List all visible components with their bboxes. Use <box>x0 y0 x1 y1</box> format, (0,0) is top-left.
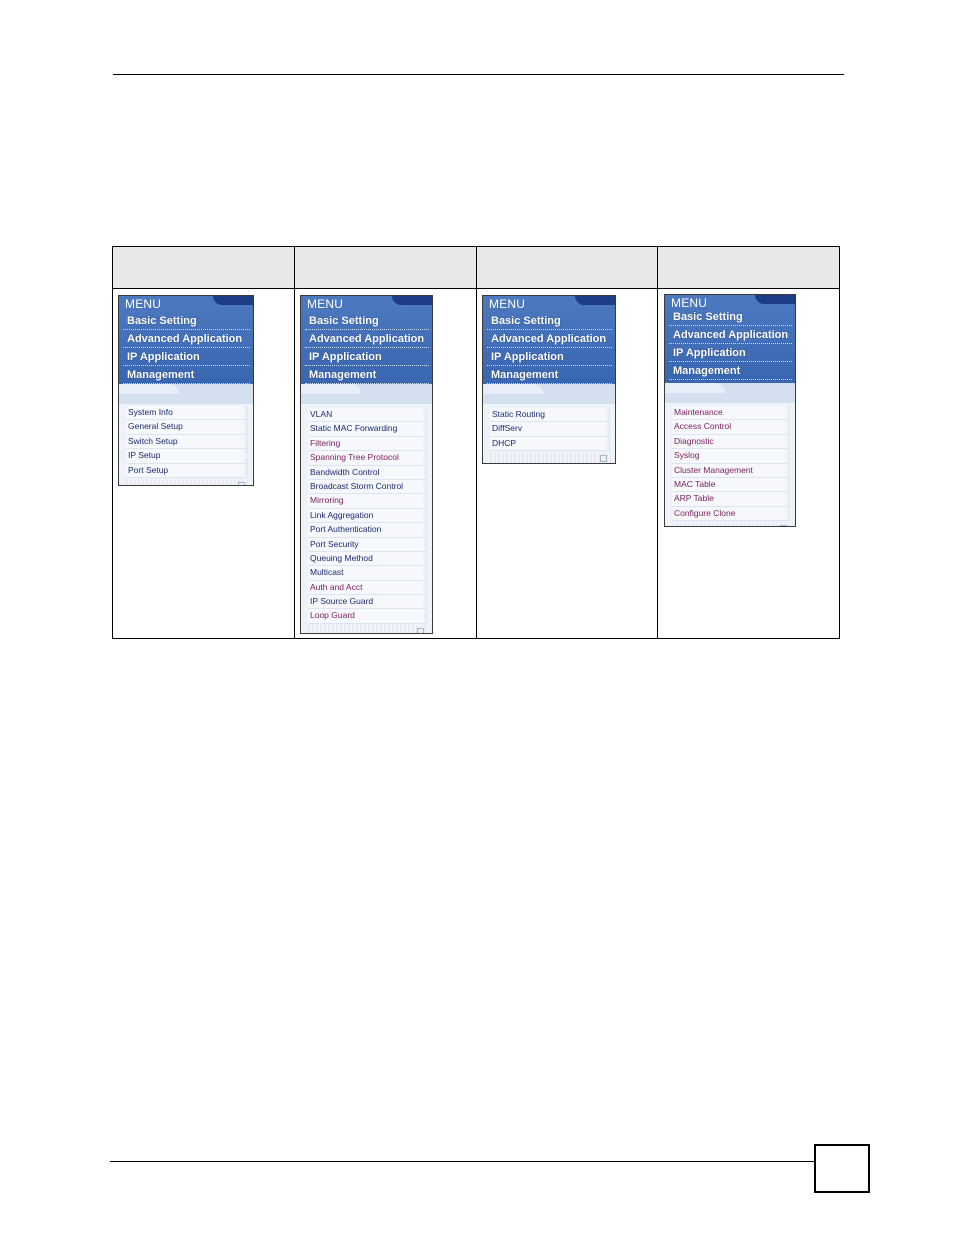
menu-item-basic-setting[interactable]: Basic Setting <box>123 313 250 330</box>
menu-title: MENU <box>307 297 344 311</box>
menu-header: MENU Basic Setting Advanced Application … <box>119 296 253 384</box>
submenu-item-syslog[interactable]: Syslog <box>672 449 790 464</box>
tab-notch <box>575 296 615 305</box>
submenu-item-configure-clone[interactable]: Configure Clone <box>672 506 790 522</box>
submenu-item-broadcast-storm-control[interactable]: Broadcast Storm Control <box>308 479 427 495</box>
panel-footer <box>490 453 611 463</box>
submenu-strip <box>483 384 615 404</box>
column-header <box>293 246 477 289</box>
menu-item-ip-application[interactable]: IP Application <box>669 345 792 362</box>
submenu-item-spanning-tree-protocol[interactable]: Spanning Tree Protocol <box>308 451 427 466</box>
submenu-item-multicast[interactable]: Multicast <box>308 566 427 581</box>
submenu-item-link-aggregation[interactable]: Link Aggregation <box>308 508 427 524</box>
menu-item-ip-application[interactable]: IP Application <box>123 349 250 366</box>
menu-panel-basic-setting: MENU Basic Setting Advanced Application … <box>118 295 254 486</box>
menu-title: MENU <box>125 297 162 311</box>
submenu-item-ip-setup[interactable]: IP Setup <box>126 449 248 464</box>
table-header-row <box>112 246 840 289</box>
submenu-item-static-mac-forwarding[interactable]: Static MAC Forwarding <box>308 422 427 437</box>
submenu-item-port-authentication[interactable]: Port Authentication <box>308 523 427 538</box>
menu-item-management[interactable]: Management <box>305 367 429 384</box>
submenu-item-port-security[interactable]: Port Security <box>308 537 427 552</box>
submenu-item-diffserv[interactable]: DiffServ <box>490 422 610 437</box>
tab-notch <box>213 296 253 305</box>
panel-footer <box>672 523 791 526</box>
menu-title: MENU <box>671 296 708 310</box>
menu-item-advanced-application[interactable]: Advanced Application <box>487 331 612 348</box>
submenu-item-arp-table[interactable]: ARP Table <box>672 492 790 507</box>
submenu-item-vlan[interactable]: VLAN <box>308 408 427 423</box>
menu-item-advanced-application[interactable]: Advanced Application <box>669 327 792 344</box>
menu-item-ip-application[interactable]: IP Application <box>487 349 612 366</box>
submenu-item-static-routing[interactable]: Static Routing <box>490 408 610 423</box>
menu-header: MENU Basic Setting Advanced Application … <box>301 296 432 384</box>
tab-notch <box>392 296 432 305</box>
menu-panel-advanced-application: MENU Basic Setting Advanced Application … <box>300 295 433 634</box>
submenu-item-dhcp[interactable]: DHCP <box>490 436 610 452</box>
menu-header: MENU Basic Setting Advanced Application … <box>665 295 795 383</box>
panel-footer <box>308 625 428 633</box>
submenu-item-bandwidth-control[interactable]: Bandwidth Control <box>308 465 427 480</box>
column-header <box>657 246 840 289</box>
menu-item-advanced-application[interactable]: Advanced Application <box>305 331 429 348</box>
submenu-item-general-setup[interactable]: General Setup <box>126 420 248 435</box>
submenu-item-cluster-management[interactable]: Cluster Management <box>672 463 790 478</box>
menu-panel-ip-application: MENU Basic Setting Advanced Application … <box>482 295 616 464</box>
submenu-item-port-setup[interactable]: Port Setup <box>126 463 248 478</box>
header-rule <box>113 74 844 75</box>
submenu-strip <box>665 383 795 403</box>
column-header <box>112 246 295 289</box>
submenu-item-system-info[interactable]: System Info <box>126 406 248 421</box>
submenu-item-diagnostic[interactable]: Diagnostic <box>672 434 790 450</box>
footer-rule <box>110 1161 815 1162</box>
submenu-item-ip-source-guard[interactable]: IP Source Guard <box>308 595 427 610</box>
submenu-item-maintenance[interactable]: Maintenance <box>672 406 790 421</box>
menu-title: MENU <box>489 297 526 311</box>
menu-item-ip-application[interactable]: IP Application <box>305 349 429 366</box>
menu-item-management[interactable]: Management <box>487 367 612 384</box>
submenu-strip <box>119 384 253 404</box>
menu-header: MENU Basic Setting Advanced Application … <box>483 296 615 384</box>
submenu-item-queuing-method[interactable]: Queuing Method <box>308 551 427 567</box>
submenu-item-switch-setup[interactable]: Switch Setup <box>126 434 248 450</box>
menu-item-basic-setting[interactable]: Basic Setting <box>487 313 612 330</box>
submenu-item-mac-table[interactable]: MAC Table <box>672 477 790 493</box>
menu-item-basic-setting[interactable]: Basic Setting <box>669 309 792 326</box>
submenu-item-loop-guard[interactable]: Loop Guard <box>308 609 427 624</box>
menu-item-management[interactable]: Management <box>669 363 792 380</box>
column-header <box>475 246 659 289</box>
menu-panel-management: MENU Basic Setting Advanced Application … <box>664 294 796 527</box>
menu-item-advanced-application[interactable]: Advanced Application <box>123 331 250 348</box>
panel-footer <box>126 479 249 485</box>
page-number-box <box>814 1144 870 1193</box>
menu-item-basic-setting[interactable]: Basic Setting <box>305 313 429 330</box>
submenu-item-access-control[interactable]: Access Control <box>672 420 790 435</box>
submenu-item-filtering[interactable]: Filtering <box>308 436 427 452</box>
submenu-item-auth-and-acct[interactable]: Auth and Acct <box>308 580 427 596</box>
submenu-strip <box>301 384 432 404</box>
menu-item-management[interactable]: Management <box>123 367 250 384</box>
submenu-item-mirroring[interactable]: Mirroring <box>308 494 427 509</box>
tab-notch <box>755 295 795 304</box>
